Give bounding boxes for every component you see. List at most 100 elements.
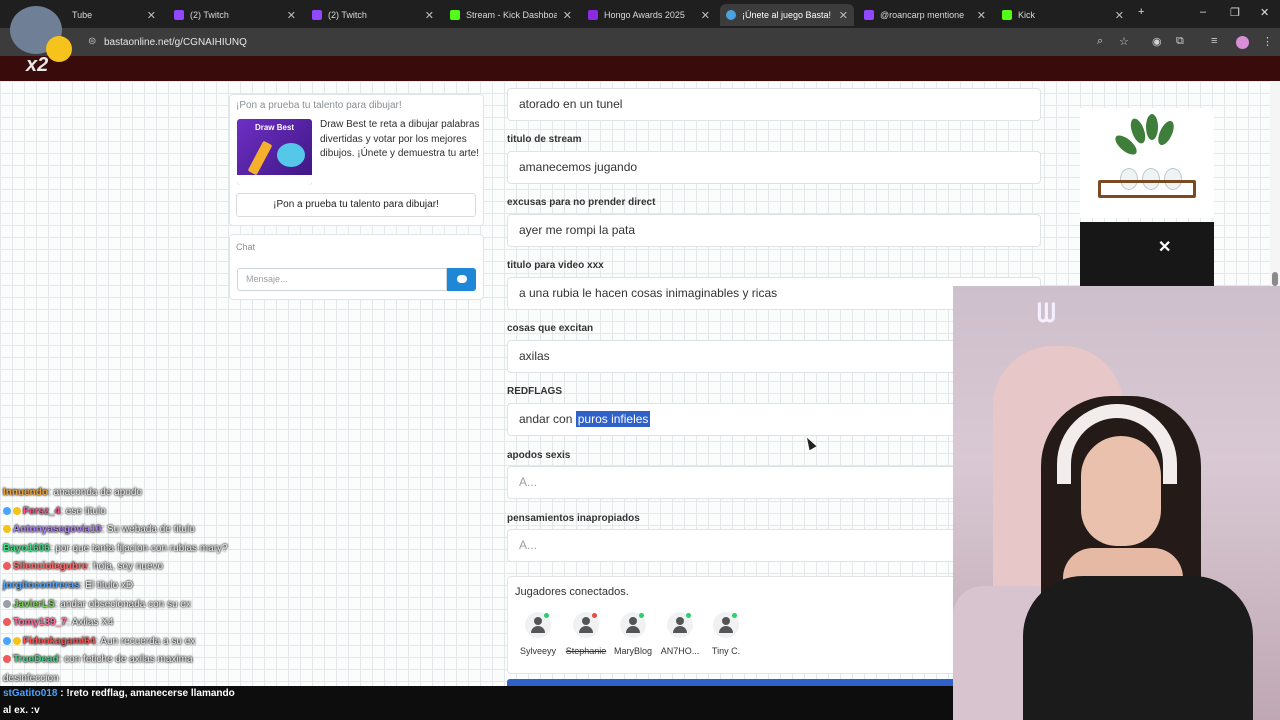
site-info-icon[interactable]: ⊜	[88, 36, 96, 47]
chat-input[interactable]: Mensaje...	[237, 268, 447, 291]
wooden-stand	[1098, 180, 1196, 198]
user-icon	[525, 612, 551, 638]
status-dot	[686, 613, 691, 618]
kick-icon	[1002, 10, 1012, 20]
close-icon[interactable]: ✕	[1115, 9, 1124, 22]
field-input[interactable]: amanecemos jugando	[507, 151, 1041, 184]
field-label: titulo de stream	[507, 134, 582, 145]
bookmark-star-icon[interactable]: ☆	[1119, 35, 1129, 48]
close-icon[interactable]: ✕	[563, 9, 572, 22]
user-icon	[573, 612, 599, 638]
stream-chat-overlay: Innuendo: anaconda de apodo Fersz_4: ese…	[3, 484, 483, 689]
browser-tab-1[interactable]: Tube ✕	[66, 4, 162, 26]
emote-multiplier: x2	[26, 54, 49, 76]
players-title: Jugadores conectados.	[515, 586, 629, 598]
browser-tab-7[interactable]: @roancarp mentione ✕	[858, 4, 992, 26]
field-input-previous[interactable]: atorado en un tunel	[507, 88, 1041, 121]
neon-sign: ᗯ	[1037, 298, 1058, 328]
browser-tab-4[interactable]: Stream - Kick Dashboard ✕	[444, 4, 578, 26]
chat-message: Silenciolegubre: hola, soy nuevo	[3, 558, 483, 577]
tab-label: ¡Únete al juego Basta!	[742, 10, 832, 20]
chat-message: Antonyasegovia10: Su webada de titulo	[3, 521, 483, 540]
speech-bubble-icon	[277, 143, 305, 167]
tab-label: (2) Twitch	[328, 10, 367, 20]
field-text: andar con	[519, 412, 576, 426]
user-icon	[667, 612, 693, 638]
pencil-icon	[247, 140, 273, 176]
chat-message: TrueDead: con fetiche de axilas maxima	[3, 651, 483, 670]
tab-label: Kick	[1018, 10, 1036, 20]
browser-tab-3[interactable]: (2) Twitch ✕	[306, 4, 440, 26]
status-dot	[544, 613, 549, 618]
promo-description: Draw Best te reta a dibujar palabras div…	[320, 119, 480, 159]
streamer-body	[1023, 576, 1253, 720]
chat-message: jorgitocontreras: El titulo xD	[3, 579, 134, 591]
draw-best-image[interactable]: Draw Best	[237, 119, 312, 185]
browser-tab-6[interactable]: ¡Únete al juego Basta! ✕	[720, 4, 854, 26]
close-icon[interactable]: ✕	[147, 9, 156, 22]
laughing-emoji-icon	[46, 36, 72, 62]
browser-tab-8[interactable]: Kick ✕	[996, 4, 1130, 26]
selected-text: puros infieles	[575, 411, 651, 427]
promo-heading: ¡Pon a prueba tu talento para dibujar!	[236, 100, 402, 111]
tab-label: Hongo Awards 2025	[604, 10, 685, 20]
page-top-band	[0, 56, 1280, 81]
chat-message: Bayo1606: por que tanta fijacion con rub…	[3, 542, 228, 554]
menu-icon[interactable]: ⋮	[1262, 35, 1273, 48]
maximize-button[interactable]: ❐	[1230, 6, 1240, 19]
field-label: apodos sexis	[507, 450, 571, 461]
field-input[interactable]: ayer me rompi la pata	[507, 214, 1041, 247]
emote-overlay: x2	[6, 0, 72, 76]
twitch-icon	[174, 10, 184, 20]
status-dot	[639, 613, 644, 618]
address-bar: ⊜ bastaonline.net/g/CGNAIHIUNQ ⌕ ☆ ◉ ⧉ ≡…	[0, 28, 1280, 56]
tab-label: (2) Twitch	[190, 10, 229, 20]
chat-message: Innuendo: anaconda de apodo	[3, 487, 142, 498]
zoom-icon[interactable]: ⌕	[1097, 35, 1103, 48]
close-icon[interactable]: ✕	[287, 9, 296, 22]
field-label: cosas que excitan	[507, 323, 594, 334]
close-ad-button[interactable]: ✕	[1158, 237, 1171, 257]
field-label: excusas para no prender direct	[507, 197, 656, 208]
webcam-overlay: ᗯ	[953, 286, 1280, 720]
twitch-icon	[864, 10, 874, 20]
scrollbar-thumb[interactable]	[1272, 272, 1278, 286]
bottom-chat-line-1: stGatito018 : !reto redflag, amanecerse …	[3, 688, 235, 699]
close-icon[interactable]: ✕	[977, 9, 986, 22]
close-icon[interactable]: ✕	[425, 9, 434, 22]
browser-tab-2[interactable]: (2) Twitch ✕	[168, 4, 302, 26]
extension-icon[interactable]: ◉	[1152, 35, 1162, 48]
close-icon[interactable]: ✕	[701, 9, 710, 22]
browser-tab-5[interactable]: Hongo Awards 2025 ✕	[582, 4, 716, 26]
chat-bubble-icon	[457, 275, 467, 283]
status-dot	[592, 613, 597, 618]
chat-message: Fideokagami64: Aun recuerda a su ex	[3, 633, 483, 652]
profile-avatar[interactable]	[1236, 36, 1249, 49]
kick-icon	[450, 10, 460, 20]
field-label: titulo para video xxx	[507, 260, 604, 271]
image-strip	[237, 175, 312, 185]
close-icon[interactable]: ✕	[839, 9, 848, 22]
basta-icon	[726, 10, 736, 20]
ad-clothing-image[interactable]	[1080, 222, 1214, 286]
chat-message: JavierLS: andar obsecionada con su ex	[3, 596, 483, 615]
ad-plant-image[interactable]	[1080, 108, 1214, 218]
chat-message: Fersz_4: ese titulo	[3, 503, 483, 522]
draw-best-button[interactable]: ¡Pon a prueba tu talento para dibujar!	[236, 193, 476, 217]
tab-label: Tube	[72, 10, 93, 20]
tab-strip: Tube ✕ (2) Twitch ✕ (2) Twitch ✕ Stream …	[0, 0, 1280, 28]
twitch-icon	[312, 10, 322, 20]
user-icon	[620, 612, 646, 638]
send-button[interactable]	[447, 268, 476, 291]
close-window-button[interactable]: ✕	[1260, 6, 1269, 19]
field-label: REDFLAGS	[507, 386, 562, 397]
puzzle-icon[interactable]: ⧉	[1176, 35, 1184, 48]
draw-best-title: Draw Best	[254, 123, 295, 132]
url-field[interactable]: bastaonline.net/g/CGNAIHIUNQ	[104, 37, 247, 48]
media-icon[interactable]: ≡	[1211, 35, 1217, 47]
chat-message: Tomy139_7: Axilas X4	[3, 614, 483, 633]
minimize-button[interactable]: –	[1200, 6, 1206, 18]
chat-title: Chat	[236, 242, 256, 252]
field-label: pensamientos inapropiados	[507, 513, 640, 524]
new-tab-button[interactable]: +	[1138, 6, 1144, 18]
